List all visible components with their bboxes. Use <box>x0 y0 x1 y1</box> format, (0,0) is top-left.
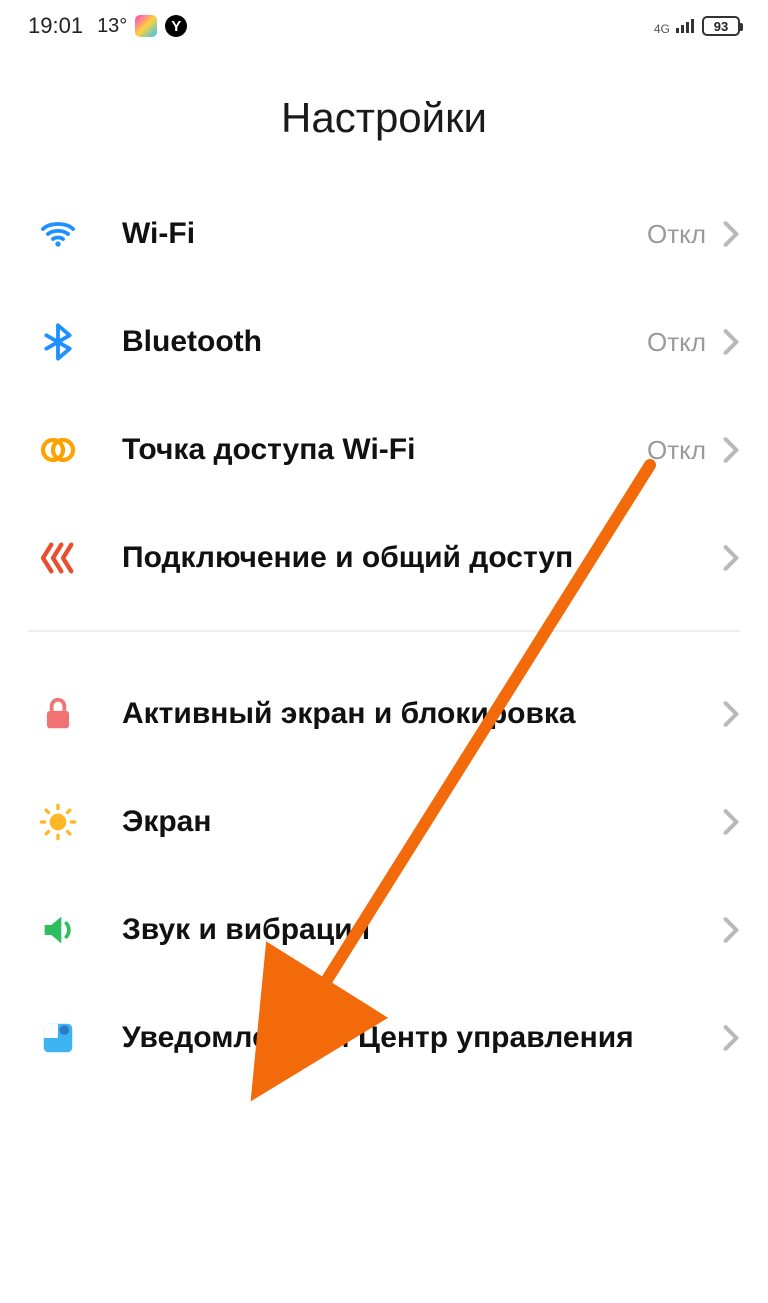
settings-item-label: Активный экран и блокировка <box>88 695 722 733</box>
themes-icon <box>135 15 157 37</box>
settings-item-display[interactable]: Экран <box>28 768 740 876</box>
sound-icon <box>28 910 88 950</box>
battery-indicator: 93 <box>702 16 740 36</box>
brightness-icon <box>28 802 88 842</box>
settings-item-notifications[interactable]: Уведомления и Центр управления <box>28 984 740 1092</box>
chevron-right-icon <box>722 699 740 729</box>
status-temperature: 13° <box>97 15 127 38</box>
settings-item-wifi[interactable]: Wi-Fi Откл <box>28 180 740 288</box>
signal-icon <box>676 17 694 33</box>
settings-item-label: Звук и вибрация <box>88 911 722 949</box>
sharing-icon <box>28 538 88 578</box>
chevron-right-icon <box>722 915 740 945</box>
chevron-right-icon <box>722 543 740 573</box>
wifi-icon <box>28 214 88 254</box>
chevron-right-icon <box>722 1023 740 1053</box>
settings-item-lockscreen[interactable]: Активный экран и блокировка <box>28 660 740 768</box>
settings-item-status: Откл <box>647 327 722 358</box>
settings-item-label: Уведомления и Центр управления <box>88 1019 722 1057</box>
hotspot-icon <box>28 430 88 470</box>
settings-item-hotspot[interactable]: Точка доступа Wi-Fi Откл <box>28 396 740 504</box>
settings-item-label: Подключение и общий доступ <box>88 539 722 577</box>
bluetooth-icon <box>28 322 88 362</box>
section-divider <box>28 630 740 632</box>
lock-icon <box>28 695 88 733</box>
settings-list: Wi-Fi Откл Bluetooth Откл Точка доступа … <box>0 180 768 1092</box>
settings-item-sound[interactable]: Звук и вибрация <box>28 876 740 984</box>
status-time: 19:01 <box>28 13 83 39</box>
network-label: 4G <box>654 13 694 39</box>
settings-item-sharing[interactable]: Подключение и общий доступ <box>28 504 740 612</box>
status-bar: 19:01 13° Y 4G 93 <box>0 0 768 48</box>
settings-item-label: Bluetooth <box>88 323 647 361</box>
chevron-right-icon <box>722 807 740 837</box>
settings-item-status: Откл <box>647 435 722 466</box>
settings-item-label: Wi-Fi <box>88 215 647 253</box>
yandex-icon: Y <box>165 15 187 37</box>
chevron-right-icon <box>722 435 740 465</box>
settings-item-bluetooth[interactable]: Bluetooth Откл <box>28 288 740 396</box>
settings-item-label: Точка доступа Wi-Fi <box>88 431 647 469</box>
settings-item-label: Экран <box>88 803 722 841</box>
page-title: Настройки <box>0 94 768 142</box>
chevron-right-icon <box>722 219 740 249</box>
settings-item-status: Откл <box>647 219 722 250</box>
control-center-icon <box>28 1019 88 1057</box>
chevron-right-icon <box>722 327 740 357</box>
